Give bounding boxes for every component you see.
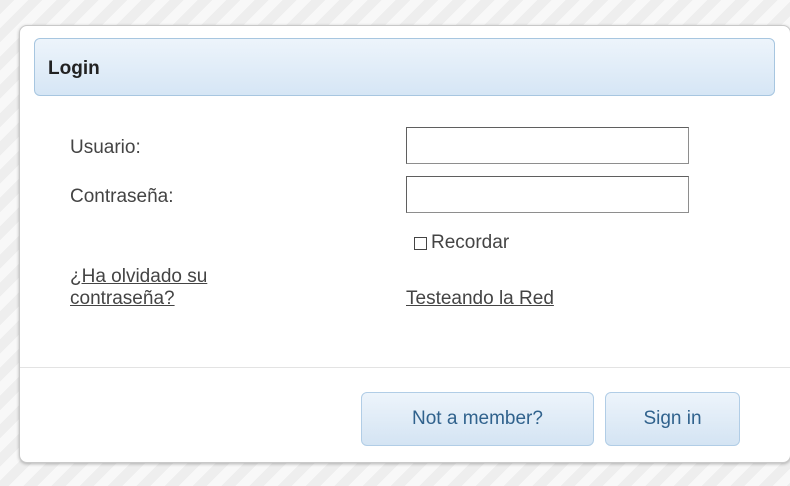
username-input[interactable] — [406, 127, 689, 164]
remember-label: Recordar — [431, 232, 510, 253]
login-panel: Login Usuario: Contraseña: Recordar ¿Ha … — [19, 25, 790, 463]
password-label: Contraseña: — [70, 186, 174, 207]
username-label: Usuario: — [70, 137, 141, 158]
login-title: Login — [48, 58, 100, 79]
password-input[interactable] — [406, 176, 689, 213]
not-member-button[interactable]: Not a member? — [361, 392, 594, 446]
divider — [20, 367, 790, 368]
forgot-password-link[interactable]: ¿Ha olvidado su contraseña? — [70, 266, 310, 310]
remember-checkbox[interactable]: Recordar — [414, 232, 509, 254]
login-header — [34, 38, 775, 96]
sign-in-button[interactable]: Sign in — [605, 392, 740, 446]
network-test-link[interactable]: Testeando la Red — [406, 288, 554, 310]
checkbox-icon[interactable] — [414, 236, 427, 250]
